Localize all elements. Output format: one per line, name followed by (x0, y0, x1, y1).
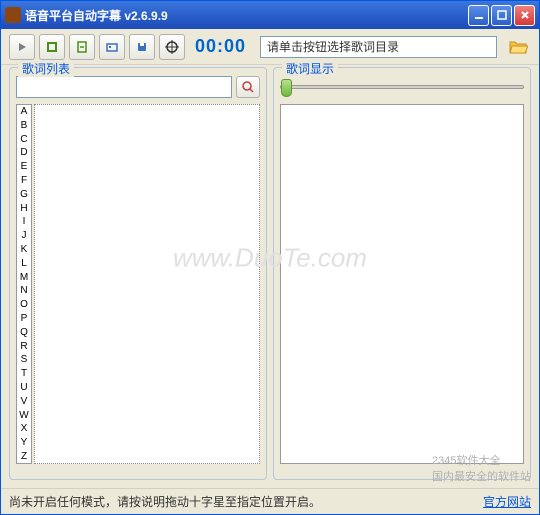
statusbar: 尚未开启任何模式，请按说明拖动十字星至指定位置开启。 官方网站 (1, 488, 539, 514)
lyrics-list-title: 歌词列表 (18, 60, 74, 77)
search-button[interactable] (236, 76, 260, 98)
lyrics-display-title: 歌词显示 (282, 60, 338, 77)
crosshair-icon (165, 40, 179, 54)
alpha-item-n[interactable]: N (17, 284, 31, 298)
play-button[interactable] (9, 34, 35, 60)
alpha-item-b[interactable]: B (17, 119, 31, 133)
alpha-item-i[interactable]: I (17, 215, 31, 229)
alpha-item-q[interactable]: Q (17, 326, 31, 340)
close-icon (520, 10, 530, 20)
titlebar: 语音平台自动字幕 v2.6.9.9 (1, 1, 539, 29)
progress-slider[interactable] (280, 85, 524, 89)
stop-button[interactable] (39, 34, 65, 60)
lyrics-display (280, 104, 524, 464)
toolbar: 00:00 (1, 29, 539, 65)
official-site-link[interactable]: 官方网站 (483, 493, 531, 510)
lyrics-list-panel: 歌词列表 ABCDEFGHIJKLMNOPQRSTUVWXYZ (9, 67, 267, 480)
body-area: 歌词列表 ABCDEFGHIJKLMNOPQRSTUVWXYZ 歌词显示 (1, 65, 539, 480)
minimize-button[interactable] (468, 5, 489, 26)
alpha-item-k[interactable]: K (17, 243, 31, 257)
target-button[interactable] (159, 34, 185, 60)
window-title: 语音平台自动字幕 v2.6.9.9 (25, 7, 468, 24)
minimize-icon (474, 10, 484, 20)
search-input[interactable] (16, 76, 232, 98)
alpha-item-f[interactable]: F (17, 174, 31, 188)
alpha-item-d[interactable]: D (17, 146, 31, 160)
window-controls (468, 5, 535, 26)
maximize-button[interactable] (491, 5, 512, 26)
alpha-item-l[interactable]: L (17, 257, 31, 271)
stop-icon (45, 40, 59, 54)
close-button[interactable] (514, 5, 535, 26)
alpha-item-t[interactable]: T (17, 367, 31, 381)
status-text: 尚未开启任何模式，请按说明拖动十字星至指定位置开启。 (9, 493, 321, 510)
alpha-item-x[interactable]: X (17, 422, 31, 436)
alpha-item-r[interactable]: R (17, 340, 31, 354)
disk-button[interactable] (129, 34, 155, 60)
settings-button[interactable] (99, 34, 125, 60)
export-button[interactable] (69, 34, 95, 60)
lyrics-list[interactable] (34, 104, 260, 464)
search-icon (241, 80, 255, 94)
browse-button[interactable] (505, 34, 531, 60)
alpha-item-v[interactable]: V (17, 395, 31, 409)
app-window: 语音平台自动字幕 v2.6.9.9 (0, 0, 540, 515)
play-icon (15, 40, 29, 54)
maximize-icon (497, 10, 507, 20)
alpha-item-g[interactable]: G (17, 188, 31, 202)
alpha-index: ABCDEFGHIJKLMNOPQRSTUVWXYZ (16, 104, 32, 464)
settings-icon (105, 40, 119, 54)
alpha-item-s[interactable]: S (17, 353, 31, 367)
alpha-item-m[interactable]: M (17, 271, 31, 285)
alpha-item-c[interactable]: C (17, 133, 31, 147)
disk-icon (135, 40, 149, 54)
alpha-item-a[interactable]: A (17, 105, 31, 119)
lyrics-display-panel: 歌词显示 (273, 67, 531, 480)
path-input[interactable] (260, 36, 497, 58)
alpha-item-w[interactable]: W (17, 409, 31, 423)
search-row (16, 76, 260, 98)
alpha-item-p[interactable]: P (17, 312, 31, 326)
alpha-item-e[interactable]: E (17, 160, 31, 174)
alpha-item-z[interactable]: Z (17, 450, 31, 464)
alpha-item-y[interactable]: Y (17, 436, 31, 450)
slider-row (280, 76, 524, 98)
folder-icon (508, 38, 528, 56)
export-icon (75, 40, 89, 54)
time-display: 00:00 (195, 36, 246, 57)
alpha-item-h[interactable]: H (17, 202, 31, 216)
app-icon (5, 7, 21, 23)
alpha-item-j[interactable]: J (17, 229, 31, 243)
slider-thumb[interactable] (281, 79, 292, 97)
alpha-item-o[interactable]: O (17, 298, 31, 312)
alpha-item-u[interactable]: U (17, 381, 31, 395)
list-container: ABCDEFGHIJKLMNOPQRSTUVWXYZ (16, 104, 260, 464)
